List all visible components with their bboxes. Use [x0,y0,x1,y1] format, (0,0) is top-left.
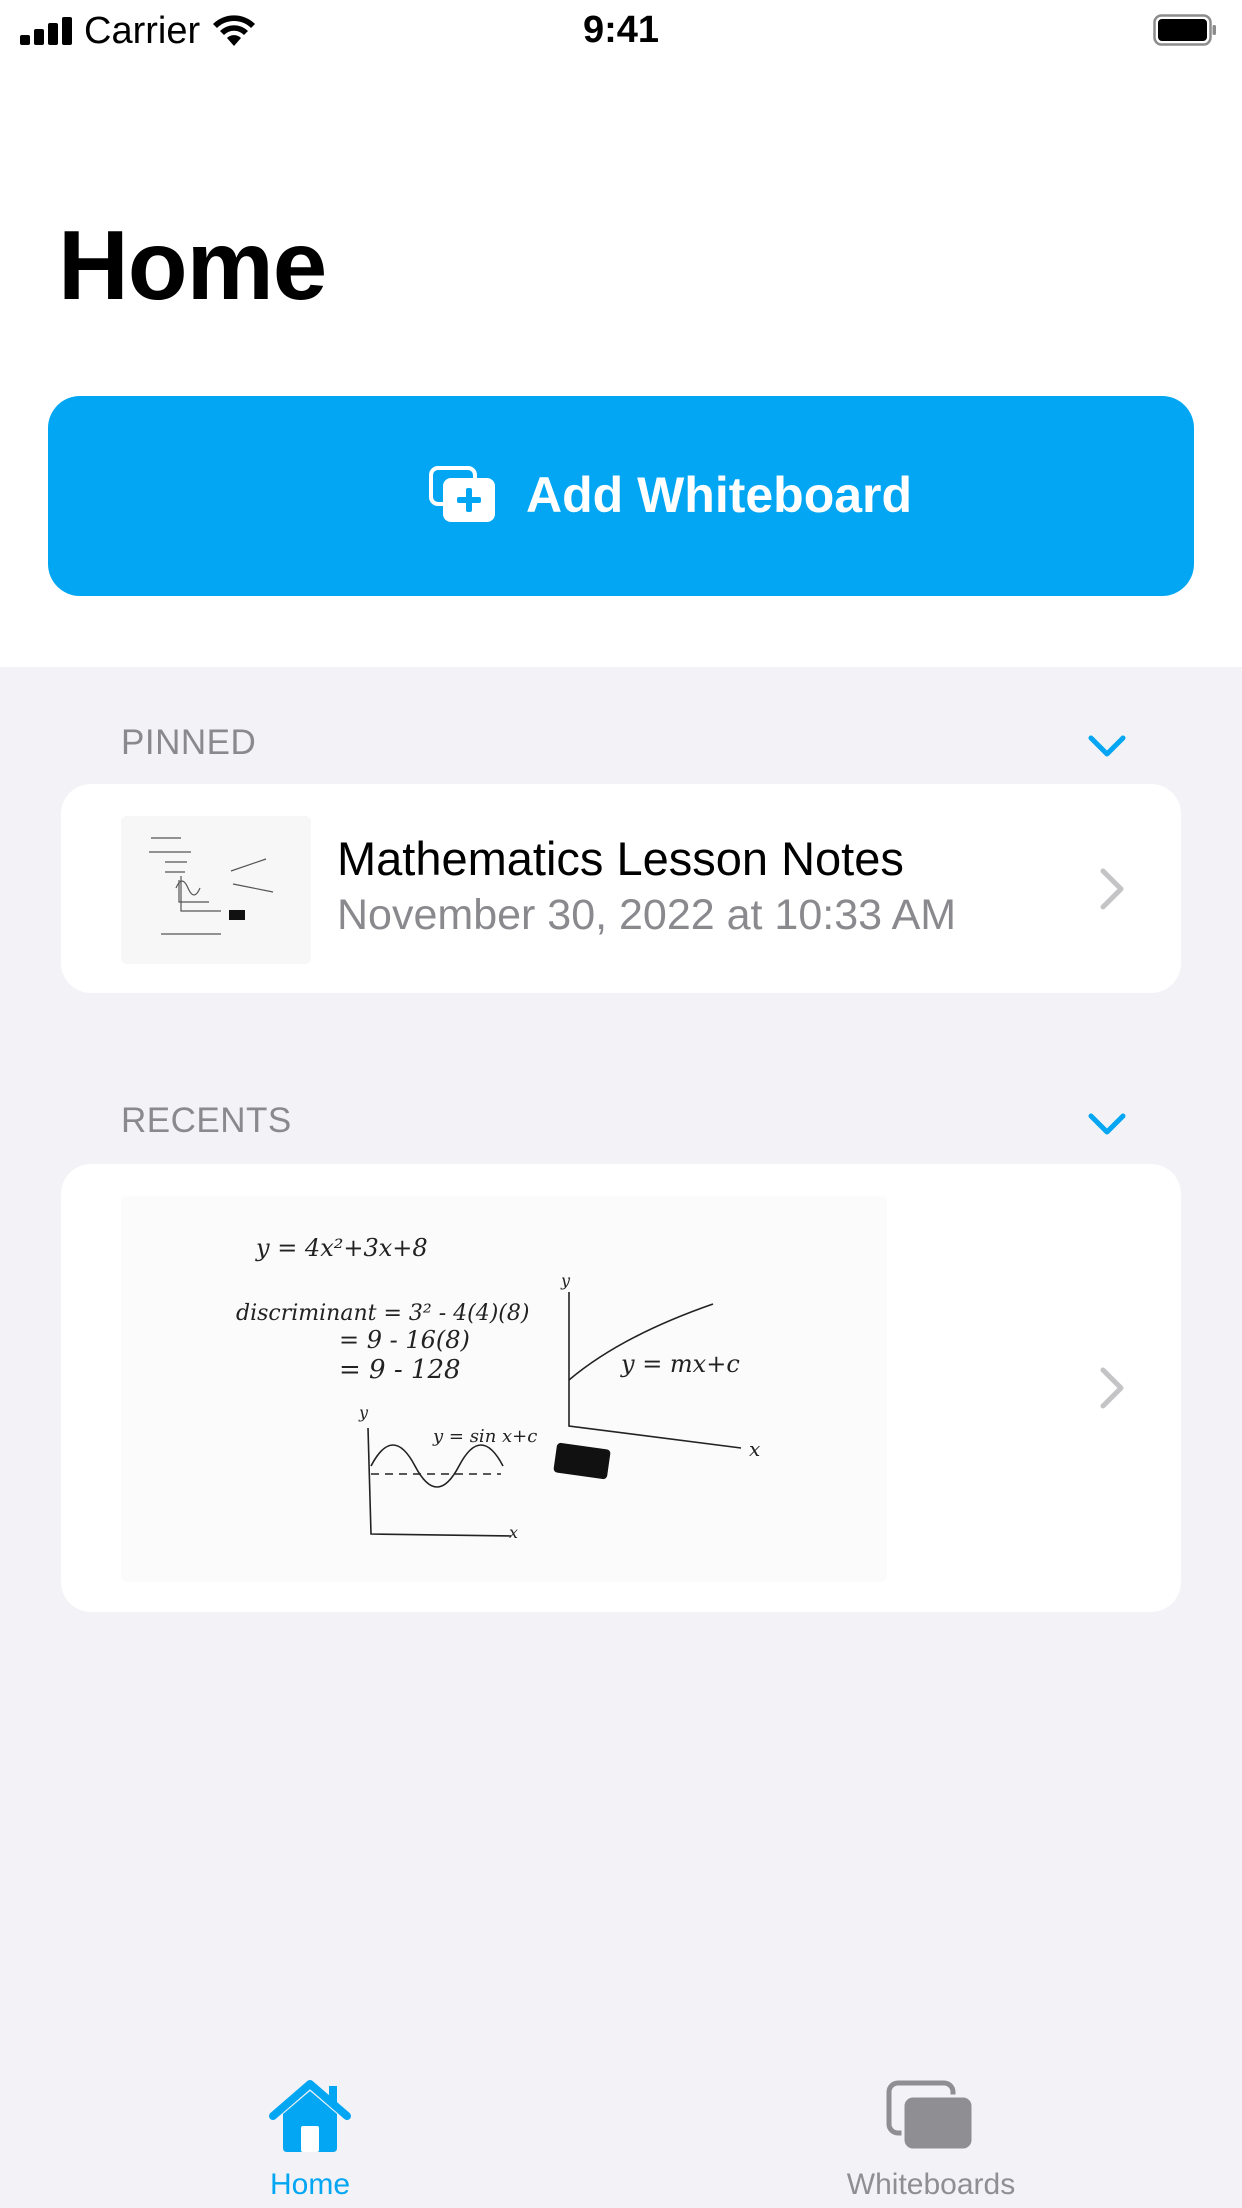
note-quadratic: y = 4x²+3x+8 [255,1234,428,1262]
whiteboard-preview-image: y = 4x²+3x+8 discriminant = 3² - 4(4)(8)… [121,1196,887,1582]
pinned-collapse-chevron-icon[interactable] [1087,730,1127,760]
stacked-boards-icon [886,2080,975,2152]
page-title: Home [58,210,327,320]
recents-collapse-chevron-icon[interactable] [1087,1108,1127,1138]
recent-whiteboard-card[interactable]: y = 4x²+3x+8 discriminant = 3² - 4(4)(8)… [61,1164,1181,1612]
note-sine-label: y = sin x+c [432,1426,537,1447]
chevron-right-icon [1100,1367,1124,1409]
add-whiteboard-label: Add Whiteboard [526,467,913,523]
whiteboard-thumbnail [121,816,311,964]
note-discriminant-step3: = 9 - 128 [339,1355,461,1385]
tab-whiteboards-label: Whiteboards [846,2168,1016,2201]
pinned-whiteboard-row[interactable]: Mathematics Lesson Notes November 30, 20… [61,784,1181,993]
battery-icon [1153,14,1216,46]
pinned-section-header: PINNED [121,723,257,762]
note-axis-x-2: x [509,1523,518,1542]
tab-bar: Home Whiteboards [0,2040,1242,2208]
note-axis-y-2: y [358,1403,369,1422]
whiteboard-date: November 30, 2022 at 10:33 AM [337,891,957,939]
status-bar: Carrier 9:41 [0,0,1242,62]
add-whiteboard-icon [429,466,495,522]
tab-whiteboards[interactable]: Whiteboards [731,2040,1131,2208]
note-axis-y-1: y [560,1271,571,1290]
tab-home[interactable]: Home [110,2040,510,2208]
note-axis-x-1: x [749,1437,760,1461]
house-icon [269,2080,351,2152]
whiteboard-title: Mathematics Lesson Notes [337,832,904,885]
status-time: 9:41 [582,9,660,51]
add-whiteboard-button[interactable]: Add Whiteboard [48,396,1194,596]
chevron-right-icon [1100,868,1124,910]
recents-section-header: RECENTS [121,1101,292,1140]
tab-home-label: Home [269,2168,351,2201]
note-discriminant: discriminant = 3² - 4(4)(8) [236,1301,529,1326]
note-line-label: y = mx+c [620,1350,740,1378]
note-discriminant-step2: = 9 - 16(8) [339,1326,470,1354]
